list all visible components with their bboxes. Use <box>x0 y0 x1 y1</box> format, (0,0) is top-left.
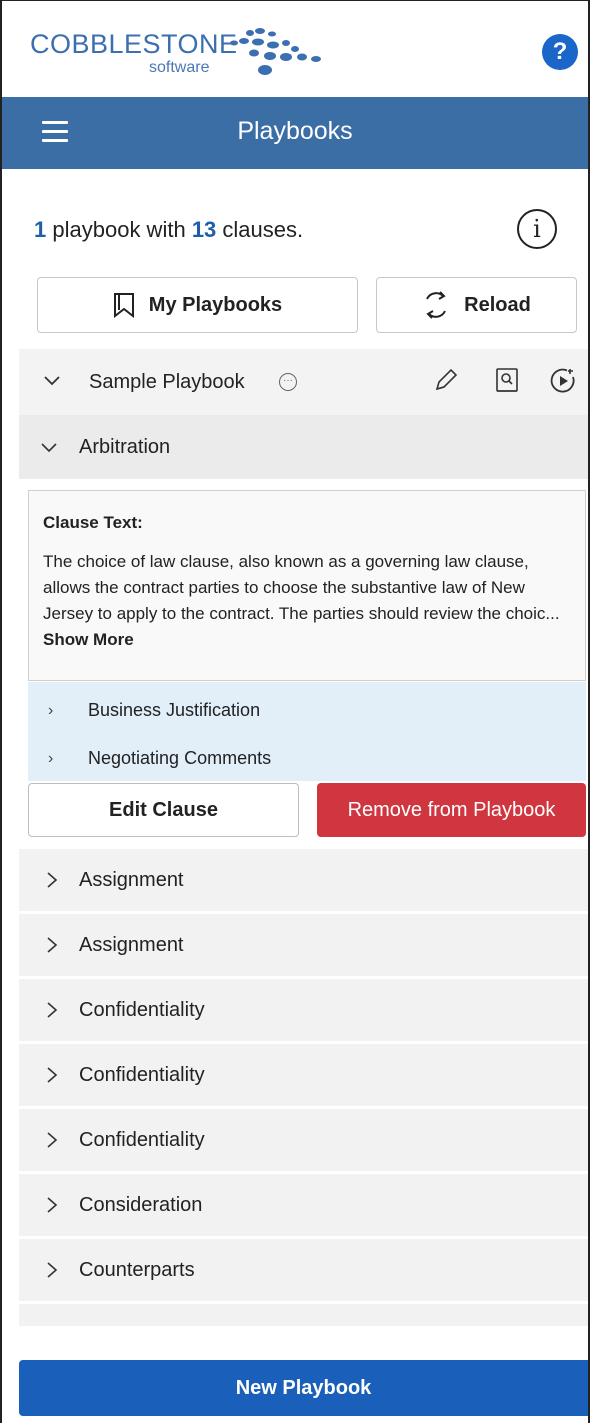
playbook-count: 1 <box>34 217 47 242</box>
clause-label: Confidentiality <box>79 999 205 1021</box>
section-label: Business Justification <box>88 700 261 720</box>
chevron-right-icon <box>47 1262 58 1278</box>
list-item[interactable]: Assignment <box>19 849 588 911</box>
chevron-right-icon: › <box>48 750 54 767</box>
brand-sub: software <box>149 59 210 76</box>
title-bar: Playbooks <box>2 97 588 169</box>
clause-label: Assignment <box>79 934 184 956</box>
chevron-right-icon <box>47 1132 58 1148</box>
chevron-down-icon <box>41 443 57 453</box>
clause-label: Confidentiality <box>79 1129 205 1151</box>
chevron-right-icon <box>47 937 58 953</box>
clause-label: Confidentiality <box>79 1064 205 1086</box>
brand-name: COBBLESTONE <box>30 29 238 59</box>
remove-from-playbook-button[interactable]: Remove from Playbook <box>317 783 586 837</box>
book-search-icon[interactable] <box>493 367 521 395</box>
list-item-partial <box>19 1304 588 1326</box>
clause-label: Assignment <box>79 869 184 891</box>
reload-label: Reload <box>464 293 531 316</box>
playbook-name: Sample Playbook <box>89 371 245 393</box>
playbook-header[interactable]: Sample Playbook ··· <box>19 349 588 415</box>
clause-text-body: The choice of law clause, also known as … <box>43 549 573 653</box>
playbook-summary: 1 playbook with 13 clauses. <box>34 217 303 243</box>
logo-bar: COBBLESTONE software ? <box>2 1 588 96</box>
help-button[interactable]: ? <box>542 34 578 70</box>
pencil-icon[interactable] <box>431 367 459 395</box>
clause-text-heading: Clause Text: <box>43 513 143 532</box>
bookmark-book-icon <box>113 293 134 318</box>
list-item[interactable]: Consideration <box>19 1174 588 1236</box>
chevron-down-icon <box>44 376 60 386</box>
show-more-link[interactable]: Show More <box>43 630 134 649</box>
clause-text-card: Clause Text: The choice of law clause, a… <box>28 490 586 681</box>
clause-row-expanded[interactable]: Arbitration <box>19 415 588 479</box>
page-title: Playbooks <box>237 117 353 145</box>
clause-text: The choice of law clause, also known as … <box>43 552 560 623</box>
logo-dots-icon <box>230 28 321 75</box>
chevron-right-icon <box>47 1197 58 1213</box>
clause-name: Arbitration <box>79 436 171 458</box>
chevron-right-icon <box>47 872 58 888</box>
chevron-right-icon <box>47 1002 58 1018</box>
clause-label: Consideration <box>79 1194 203 1216</box>
list-item[interactable]: Assignment <box>19 914 588 976</box>
chevron-right-icon <box>47 1067 58 1083</box>
my-playbooks-button[interactable]: My Playbooks <box>37 277 358 333</box>
section-label: Negotiating Comments <box>88 748 272 768</box>
edit-clause-button[interactable]: Edit Clause <box>28 783 299 837</box>
more-options-icon[interactable]: ··· <box>279 373 297 391</box>
section-business-justification[interactable]: › Business Justification <box>28 686 586 734</box>
my-playbooks-label: My Playbooks <box>148 293 283 316</box>
clause-sections: › Business Justification › Negotiating C… <box>28 682 586 781</box>
chevron-right-icon: › <box>48 702 54 719</box>
list-item[interactable]: Confidentiality <box>19 1044 588 1106</box>
new-playbook-button[interactable]: New Playbook <box>19 1360 588 1416</box>
section-negotiating-comments[interactable]: › Negotiating Comments <box>28 734 586 782</box>
summary-text-1: playbook with <box>52 217 186 242</box>
list-item[interactable]: Counterparts <box>19 1239 588 1301</box>
info-icon[interactable]: i <box>517 209 557 249</box>
addin-panel: COBBLESTONE software ? Playbooks 1 playb <box>0 0 590 1423</box>
list-item[interactable]: Confidentiality <box>19 979 588 1041</box>
reload-icon <box>426 291 447 319</box>
play-icon[interactable] <box>549 367 577 395</box>
clause-count: 13 <box>191 217 217 242</box>
list-item[interactable]: Confidentiality <box>19 1109 588 1171</box>
clause-list: Assignment Assignment Confidentiality Co… <box>19 849 588 1326</box>
clause-label: Counterparts <box>79 1259 195 1281</box>
reload-button[interactable]: Reload <box>376 277 577 333</box>
summary-text-2: clauses. <box>222 217 304 242</box>
